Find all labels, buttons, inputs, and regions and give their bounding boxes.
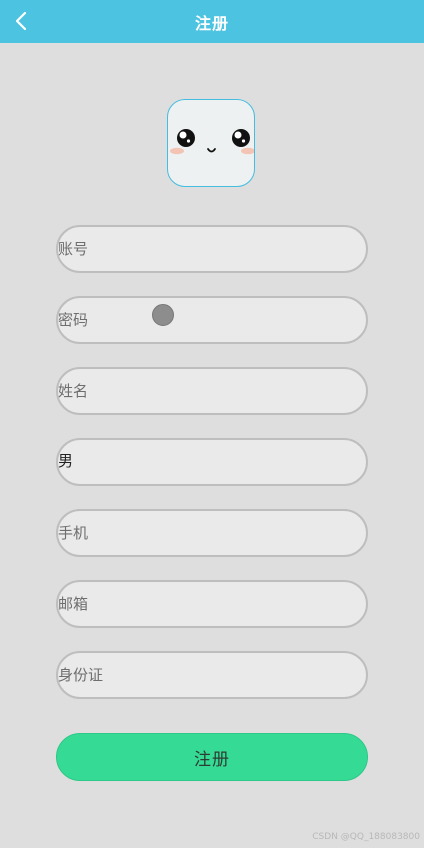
password-input[interactable] (58, 298, 366, 342)
cute-face-icon (170, 129, 255, 155)
idcard-field[interactable] (56, 651, 368, 699)
back-button[interactable] (10, 8, 32, 34)
watermark-text: CSDN @QQ_188083800 (312, 832, 420, 842)
register-button[interactable]: 注册 (56, 733, 368, 781)
gender-value: 男 (58, 452, 74, 470)
phone-input[interactable] (58, 511, 366, 555)
name-field[interactable] (56, 367, 368, 415)
chevron-left-icon (15, 11, 27, 31)
name-input[interactable] (58, 369, 366, 413)
email-field[interactable] (56, 580, 368, 628)
account-field[interactable] (56, 225, 368, 273)
idcard-input[interactable] (58, 653, 366, 697)
gender-field[interactable]: 男 (56, 438, 368, 486)
touch-cursor-indicator (152, 304, 174, 326)
account-input[interactable] (58, 227, 366, 271)
page-title: 注册 (194, 13, 229, 33)
app-header: 注册 (0, 0, 424, 43)
password-field[interactable] (56, 296, 368, 344)
avatar (167, 99, 255, 187)
phone-field[interactable] (56, 509, 368, 557)
email-input[interactable] (58, 582, 366, 626)
